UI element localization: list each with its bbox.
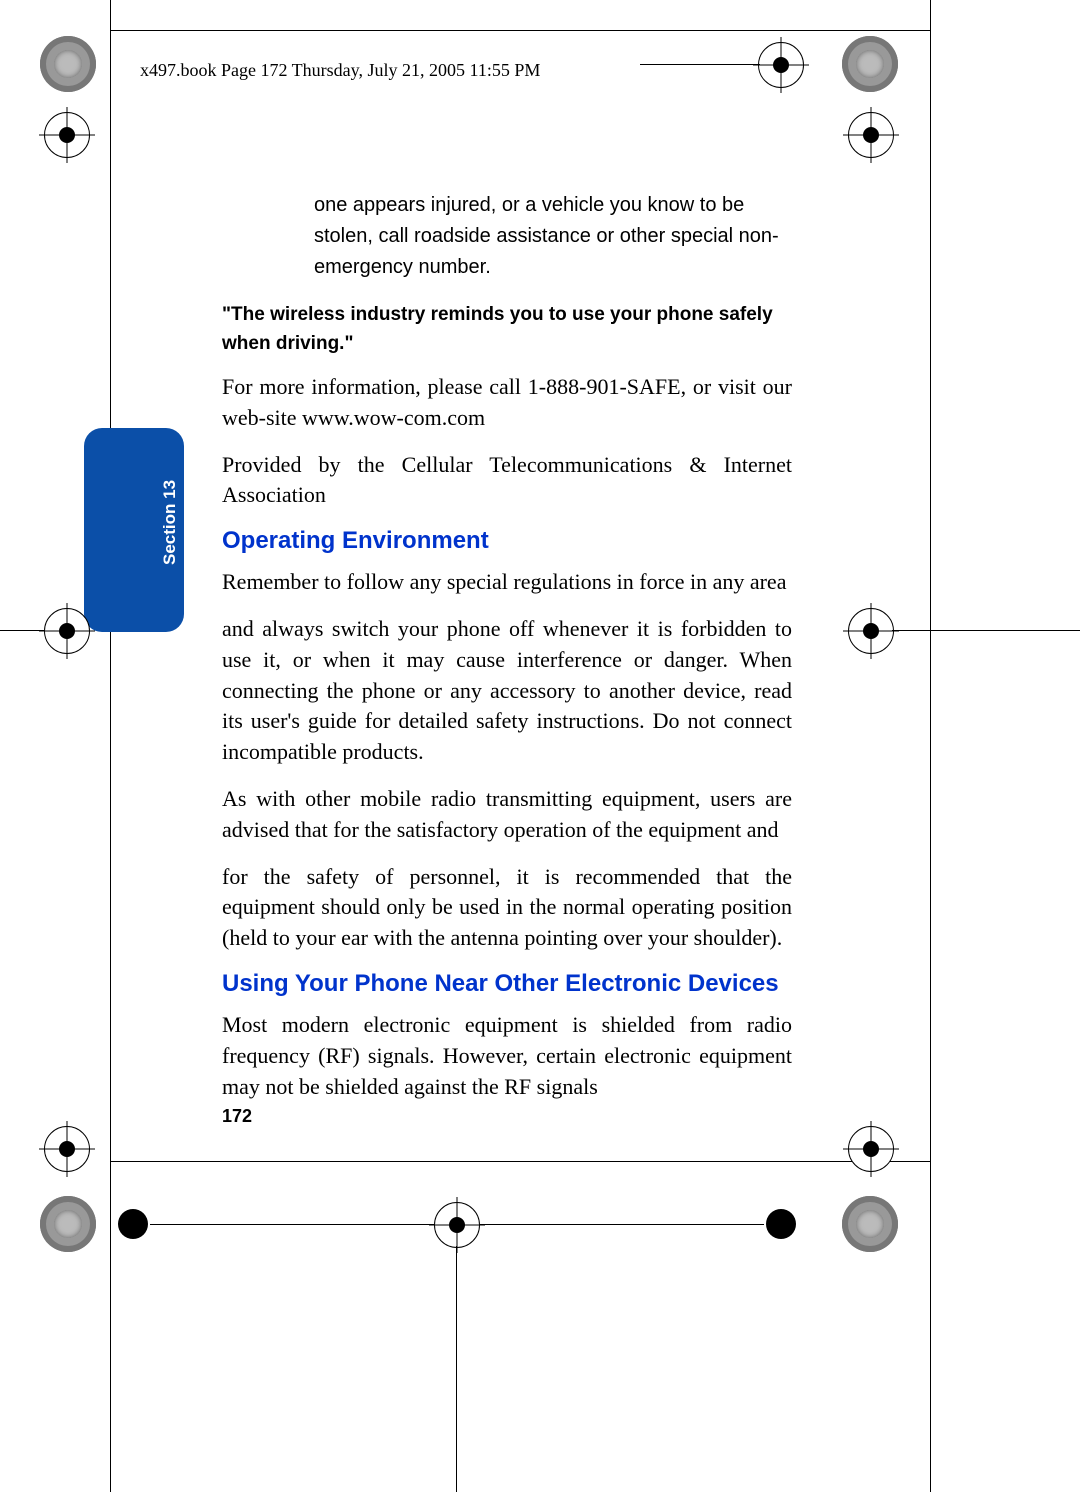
- registration-dot-icon: [118, 1209, 148, 1239]
- registration-line: [640, 64, 760, 65]
- oe-paragraph-1: Remember to follow any special regulatio…: [222, 567, 792, 598]
- registration-knurl-icon: [842, 1196, 898, 1252]
- heading-operating-environment: Operating Environment: [222, 527, 792, 555]
- registration-line: [480, 1224, 764, 1225]
- registration-target-icon: [44, 608, 90, 654]
- more-info-paragraph: For more information, please call 1-888-…: [222, 372, 792, 434]
- registration-target-icon: [44, 1126, 90, 1172]
- registration-line: [150, 1224, 434, 1225]
- registration-knurl-icon: [842, 36, 898, 92]
- registration-line: [892, 630, 1080, 631]
- page-content: one appears injured, or a vehicle you kn…: [222, 190, 792, 1127]
- registration-target-icon: [44, 112, 90, 158]
- registration-dot-icon: [766, 1209, 796, 1239]
- heading-electronic-devices: Using Your Phone Near Other Electronic D…: [222, 970, 792, 998]
- oe-paragraph-2: and always switch your phone off wheneve…: [222, 614, 792, 768]
- oe-paragraph-3: As with other mobile radio transmitting …: [222, 784, 792, 846]
- registration-target-icon: [434, 1202, 480, 1248]
- registration-line: [456, 1246, 457, 1492]
- registration-target-icon: [848, 1126, 894, 1172]
- registration-line: [0, 630, 44, 631]
- safety-reminder: "The wireless industry reminds you to us…: [222, 301, 792, 358]
- oe-paragraph-4: for the safety of personnel, it is recom…: [222, 862, 792, 954]
- crop-guide-right: [930, 0, 931, 1492]
- registration-knurl-icon: [40, 1196, 96, 1252]
- registration-target-icon: [758, 42, 804, 88]
- continuation-paragraph: one appears injured, or a vehicle you kn…: [314, 190, 792, 283]
- registration-target-icon: [848, 112, 894, 158]
- page-number: 172: [222, 1106, 792, 1127]
- section-label: Section 13: [160, 480, 180, 565]
- ed-paragraph-1: Most modern electronic equipment is shie…: [222, 1010, 792, 1102]
- registration-knurl-icon: [40, 36, 96, 92]
- running-header: x497.book Page 172 Thursday, July 21, 20…: [140, 60, 540, 81]
- registration-target-icon: [848, 608, 894, 654]
- provider-paragraph: Provided by the Cellular Telecommunicati…: [222, 450, 792, 512]
